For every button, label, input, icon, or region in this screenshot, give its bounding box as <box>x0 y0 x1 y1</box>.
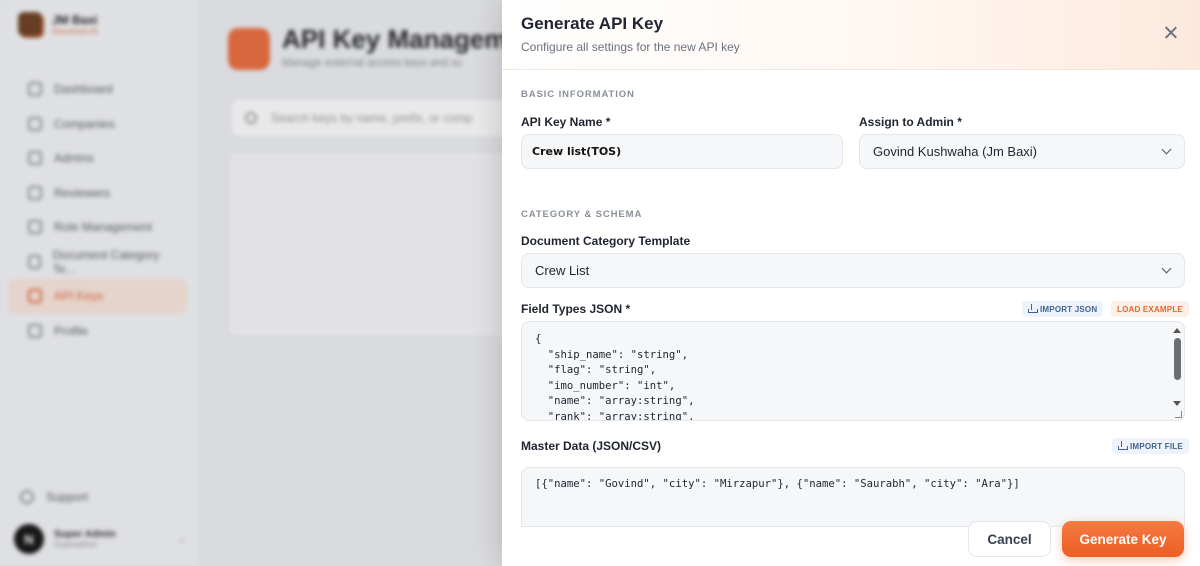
api-key-name-value: Crew list(TOS) <box>532 145 622 158</box>
scroll-down-icon[interactable] <box>1173 401 1181 406</box>
template-select[interactable]: Crew List <box>521 253 1185 288</box>
master-data-value: [{"name": "Govind", "city": "Mirzapur"},… <box>535 478 1020 490</box>
field-types-textarea[interactable]: { "ship_name": "string", "flag": "string… <box>521 321 1185 421</box>
panel-subtitle: Configure all settings for the new API k… <box>521 40 740 54</box>
import-json-button[interactable]: IMPORT JSON <box>1022 301 1104 317</box>
generate-key-button[interactable]: Generate Key <box>1062 521 1184 557</box>
generate-api-key-panel: Generate API Key Configure all settings … <box>502 0 1200 566</box>
template-value: Crew List <box>535 263 590 278</box>
master-data-label: Master Data (JSON/CSV) <box>521 439 662 453</box>
load-example-button[interactable]: LOAD EXAMPLE <box>1111 301 1189 317</box>
template-label: Document Category Template <box>521 234 691 248</box>
import-file-button[interactable]: IMPORT FILE <box>1112 438 1189 454</box>
assign-admin-select[interactable]: Govind Kushwaha (Jm Baxi) <box>859 134 1185 169</box>
scroll-up-icon[interactable] <box>1173 328 1181 333</box>
resize-handle-icon[interactable] <box>1175 411 1182 418</box>
import-json-label: IMPORT JSON <box>1040 304 1098 314</box>
section-basic-information: BASIC INFORMATION <box>521 89 635 100</box>
master-data-textarea[interactable]: [{"name": "Govind", "city": "Mirzapur"},… <box>521 467 1185 527</box>
scrollbar-thumb[interactable] <box>1174 338 1181 380</box>
import-file-label: IMPORT FILE <box>1130 441 1183 451</box>
api-key-name-label: API Key Name * <box>521 115 611 129</box>
chevron-down-icon <box>1161 263 1172 274</box>
assign-admin-value: Govind Kushwaha (Jm Baxi) <box>873 144 1038 159</box>
field-types-label: Field Types JSON * <box>521 302 631 316</box>
panel-header: Generate API Key Configure all settings … <box>502 0 1200 70</box>
upload-icon <box>1028 304 1038 313</box>
assign-admin-label: Assign to Admin * <box>859 115 962 129</box>
load-example-label: LOAD EXAMPLE <box>1117 304 1183 314</box>
scrollbar[interactable] <box>1170 322 1184 420</box>
close-icon[interactable] <box>1162 24 1180 42</box>
cancel-button[interactable]: Cancel <box>968 521 1051 557</box>
section-category-schema: CATEGORY & SCHEMA <box>521 209 643 220</box>
upload-icon <box>1118 441 1128 450</box>
api-key-name-input[interactable]: Crew list(TOS) <box>521 134 843 169</box>
chevron-down-icon <box>1161 144 1172 155</box>
field-types-json: { "ship_name": "string", "flag": "string… <box>535 333 695 421</box>
panel-title: Generate API Key <box>521 14 664 33</box>
